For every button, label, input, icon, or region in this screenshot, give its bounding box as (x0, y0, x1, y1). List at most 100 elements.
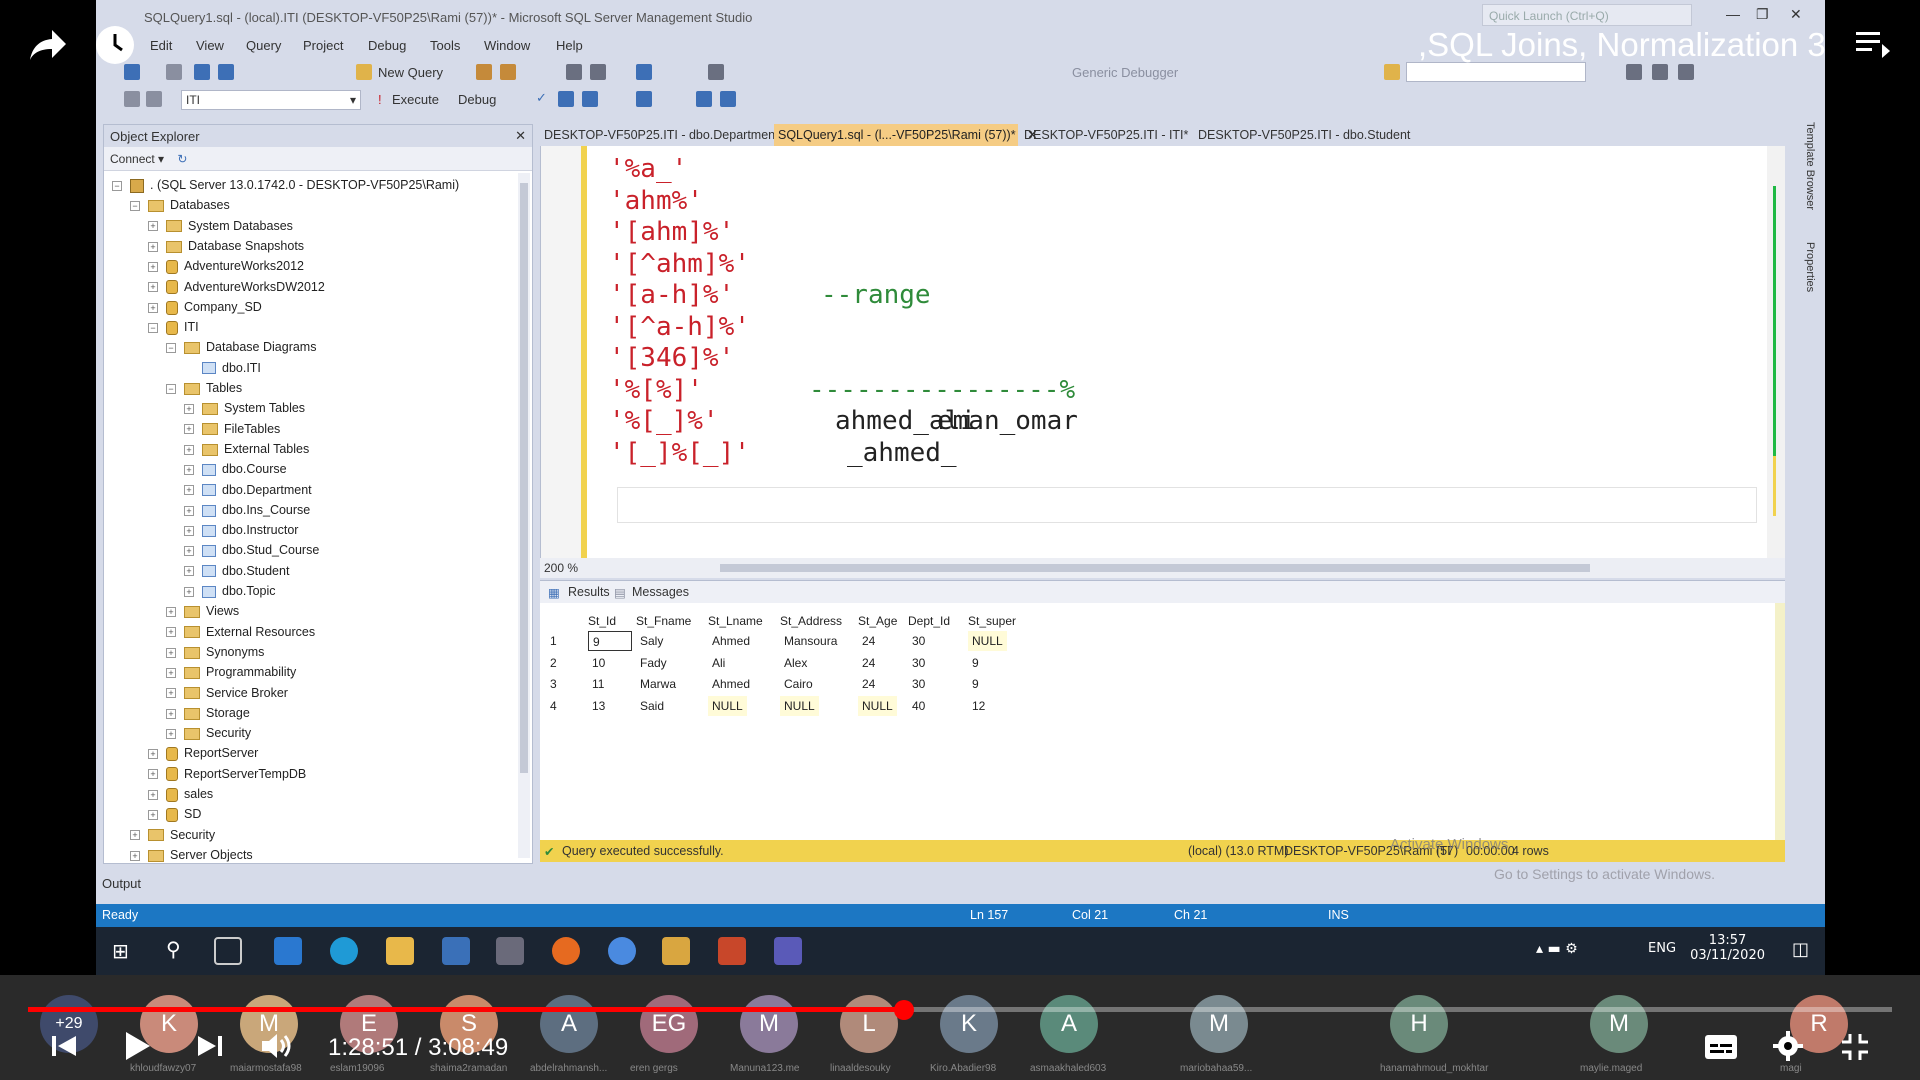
expand-icon[interactable]: + (184, 444, 194, 455)
search-icon[interactable]: ⚲ (166, 937, 181, 961)
tree-node[interactable]: + dbo.Stud_Course (184, 540, 319, 560)
expand-icon[interactable]: + (148, 789, 158, 800)
tree-node[interactable]: + SD (148, 804, 201, 824)
tab-iti-diagram[interactable]: DESKTOP-VF50P25.ITI - ITI* (1020, 124, 1192, 146)
tab-student[interactable]: DESKTOP-VF50P25.ITI - dbo.Student (1194, 124, 1414, 146)
expand-icon[interactable]: + (166, 607, 176, 617)
tree-node[interactable]: + dbo.Ins_Course (184, 500, 310, 520)
tab-messages[interactable]: Messages (632, 585, 689, 599)
tree-node[interactable]: − Databases (130, 195, 230, 215)
expand-icon[interactable]: + (148, 282, 158, 293)
tree-node[interactable]: + dbo.Department (184, 480, 312, 500)
table-cell[interactable]: NULL (858, 695, 897, 716)
progress-bar[interactable] (28, 1000, 1892, 1020)
tree-node[interactable]: − Database Diagrams (166, 337, 316, 357)
table-cell[interactable]: Cairo (780, 674, 817, 694)
table-cell[interactable]: 30 (908, 653, 929, 673)
expand-icon[interactable]: + (166, 647, 176, 658)
new-query-button[interactable]: New Query (378, 65, 443, 80)
tree-node[interactable]: + FileTables (184, 419, 280, 439)
table-cell[interactable]: Alex (780, 653, 811, 673)
table-cell[interactable]: 9 (968, 653, 983, 673)
connect-button[interactable]: Connect (110, 152, 155, 166)
tree-node[interactable]: + External Resources (166, 622, 315, 642)
table-cell[interactable]: NULL (968, 631, 1007, 651)
expand-icon[interactable]: + (148, 221, 158, 232)
tree-node[interactable]: + dbo.Instructor (184, 520, 298, 540)
windows-start-icon[interactable]: ⊞ (112, 939, 129, 963)
cut-icon[interactable] (566, 64, 582, 80)
object-explorer-scrollbar[interactable] (518, 173, 530, 858)
play-icon[interactable] (122, 1030, 152, 1062)
tree-node[interactable]: − Tables (166, 378, 242, 398)
table-cell[interactable]: 40 (908, 696, 929, 716)
solution-explorer-icon[interactable] (1626, 64, 1642, 80)
tree-node[interactable]: + dbo.Student (184, 561, 289, 581)
progress-scrubber[interactable] (894, 1000, 915, 1020)
tree-node[interactable]: + System Tables (184, 398, 305, 418)
copy-icon[interactable] (590, 64, 606, 80)
parse-icon[interactable]: ✓ (536, 90, 547, 106)
tree-node[interactable]: − . (SQL Server 13.0.1742.0 - DESKTOP-VF5… (112, 175, 459, 195)
edge-icon[interactable] (330, 937, 358, 965)
tree-node[interactable]: + sales (148, 784, 213, 804)
store-icon[interactable] (442, 937, 470, 965)
expand-icon[interactable]: + (184, 485, 194, 496)
editor-scrollbar[interactable] (1767, 146, 1785, 558)
scrollbar-thumb[interactable] (520, 183, 528, 773)
settings-gear-icon[interactable] (1772, 1030, 1804, 1062)
expand-icon[interactable]: + (184, 464, 194, 475)
clock[interactable]: 13:57 03/11/2020 (1690, 933, 1765, 963)
expand-icon[interactable]: + (166, 627, 176, 638)
menu-project[interactable]: Project (303, 38, 343, 53)
collapse-icon[interactable]: − (148, 322, 158, 333)
find-icon[interactable] (1384, 64, 1400, 80)
collapse-icon[interactable]: − (166, 383, 176, 394)
column-header[interactable]: St_Age (858, 611, 897, 631)
table-cell[interactable]: Fady (636, 653, 671, 673)
table-cell[interactable]: Ali (708, 653, 729, 673)
powerpoint-icon[interactable] (718, 937, 746, 965)
expand-icon[interactable]: + (130, 850, 140, 861)
row-number[interactable]: 1 (550, 631, 557, 651)
properties-icon[interactable] (1652, 64, 1668, 80)
video-player[interactable]: SQLQuery1.sql - (local).ITI (DESKTOP-VF5… (0, 0, 1920, 1080)
watch-later-icon[interactable] (96, 26, 134, 64)
db-query-icon[interactable] (476, 64, 492, 80)
expand-icon[interactable]: + (166, 667, 176, 678)
expand-icon[interactable]: + (184, 505, 194, 516)
quick-launch-input[interactable]: Quick Launch (Ctrl+Q) (1482, 4, 1692, 26)
table-cell[interactable]: 12 (968, 696, 989, 716)
collapse-icon[interactable]: − (112, 180, 122, 191)
previous-icon[interactable] (50, 1032, 78, 1060)
chrome-icon[interactable] (608, 937, 636, 965)
task-view-icon[interactable] (214, 937, 242, 965)
table-cell[interactable]: Ahmed (708, 674, 754, 694)
tree-node[interactable]: + Server Objects (130, 845, 253, 865)
tree-node[interactable]: + dbo.Course (184, 459, 287, 479)
tree-node[interactable]: + Database Snapshots (148, 236, 304, 256)
column-header[interactable]: St_Id (588, 611, 616, 631)
template-browser-tab[interactable]: Template Browser (1804, 122, 1816, 210)
teams-icon[interactable] (774, 937, 802, 965)
tree-node[interactable]: − ITI (148, 317, 199, 337)
column-header[interactable]: St_Lname (708, 611, 763, 631)
expand-icon[interactable]: + (166, 688, 176, 699)
tab-department[interactable]: DESKTOP-VF50P25.ITI - dbo.Department (540, 124, 783, 146)
outdent-icon[interactable] (720, 91, 736, 107)
language-indicator[interactable]: ENG (1648, 941, 1676, 956)
table-cell[interactable]: 30 (908, 631, 929, 651)
generic-debugger-button[interactable]: Generic Debugger (1072, 65, 1178, 80)
tree-node[interactable]: + Service Broker (166, 683, 288, 703)
close-icon[interactable]: ✕ (515, 128, 526, 144)
query-editor[interactable]: '%a_''ahm%' '[ahm]%' '[^ahm]%' '[a-h]%' --ra… (540, 146, 1785, 558)
new-project-icon[interactable] (166, 64, 182, 80)
table-cell[interactable]: 24 (858, 631, 879, 651)
results-scrollbar[interactable] (1775, 603, 1785, 849)
database-select[interactable]: ITI ▾ (181, 90, 361, 110)
indent-icon[interactable] (696, 91, 712, 107)
tree-node[interactable]: + Security (130, 825, 215, 845)
table-cell[interactable]: 9 (968, 674, 983, 694)
plan-icon[interactable] (582, 91, 598, 107)
tree-node[interactable]: + Programmability (166, 662, 296, 682)
